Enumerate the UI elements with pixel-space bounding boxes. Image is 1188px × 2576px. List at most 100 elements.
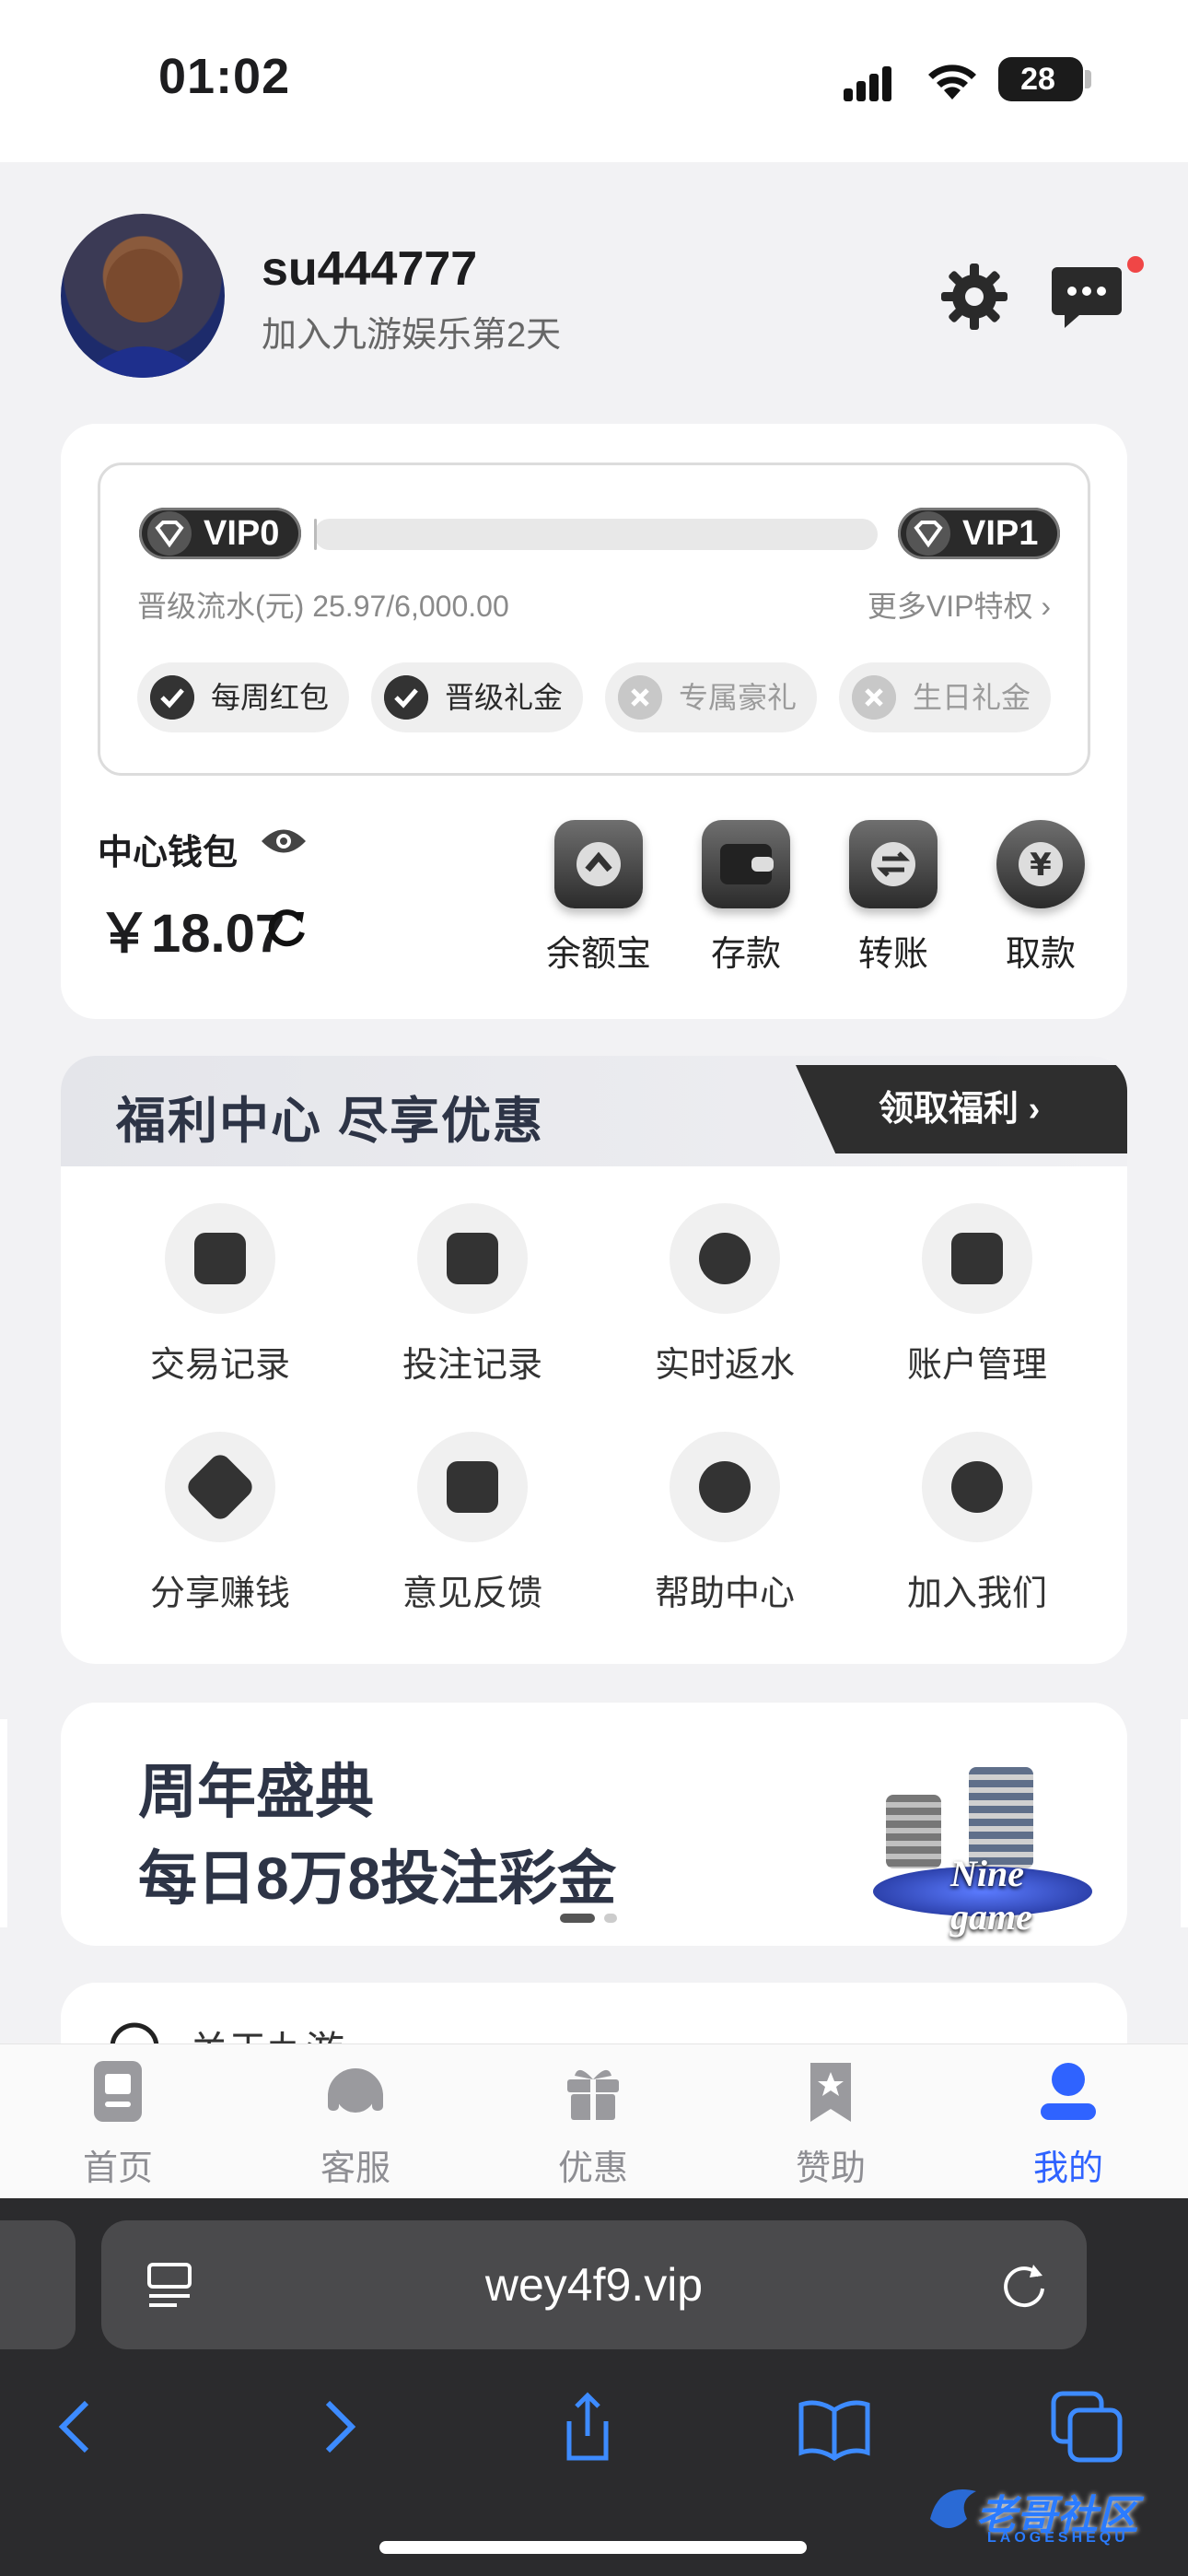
welfare-center: 福利中心 尽享优惠 领取福利 › 交易记录 投注记录 实时返水 账户管理 分享赚… [61,1056,1127,1664]
previous-tab-peek[interactable] [0,2220,76,2349]
welfare-item-transactions[interactable]: 交易记录 [114,1203,326,1387]
eye-icon[interactable] [260,825,308,857]
claim-welfare-button[interactable]: 领取福利 › [796,1065,1127,1153]
wallet-balance: ￥18.07 [98,904,285,964]
reload-icon[interactable] [998,2259,1050,2311]
x-circle-icon [618,675,662,720]
watermark-sub: LAOGESHEQU [987,2530,1129,2546]
document-icon [94,2061,142,2122]
perk-label: 专属豪礼 [679,681,798,714]
welfare-item-bets[interactable]: 投注记录 [367,1203,578,1387]
bookmarks-icon[interactable] [798,2390,871,2464]
svg-text:¥: ¥ [1030,847,1052,884]
check-circle-icon [384,675,428,720]
welfare-item-account[interactable]: 账户管理 [871,1203,1083,1387]
carousel-dots [560,1911,626,1927]
headset-icon [328,2068,383,2113]
tab-service[interactable]: 客服 [291,2059,420,2190]
share-icon[interactable] [551,2390,624,2464]
tab-mine[interactable]: 我的 [1004,2059,1133,2190]
transfer-icon [849,820,938,908]
message-icon[interactable] [1050,262,1124,332]
welfare-item-label: 投注记录 [402,1346,542,1385]
welfare-item-label: 分享赚钱 [149,1575,290,1613]
question-icon [922,1432,1032,1542]
welfare-item-rebate[interactable]: 实时返水 [619,1203,831,1387]
tab-home[interactable]: 首页 [53,2059,182,2190]
welfare-item-feedback[interactable]: 意见反馈 [367,1432,578,1615]
chip-stack [886,1795,941,1868]
gear-icon[interactable] [939,262,1009,332]
vip-progress-box[interactable]: VIP0 VIP1 晋级流水(元) 25.97/6,000.00 更多VIP特权… [98,463,1090,776]
vip-next-badge: VIP1 [898,508,1061,559]
handshake-icon [165,1432,275,1542]
chevron-right-icon: › [1041,590,1051,623]
vip-current-badge: VIP0 [139,508,302,559]
tab-promotions[interactable]: 优惠 [529,2059,658,2190]
chevron-right-icon: › [1028,1090,1041,1129]
welfare-item-label: 实时返水 [654,1346,795,1385]
perk-label: 每周红包 [211,681,330,714]
forward-icon[interactable] [300,2390,374,2464]
action-transfer[interactable]: 转账 [829,820,958,976]
bottom-tab-bar: 首页 客服 优惠 赞助 我的 [0,2043,1188,2198]
tab-sponsor[interactable]: 赞助 [766,2059,895,2190]
action-deposit[interactable]: 存款 [681,820,810,976]
exclamation-icon [670,1432,780,1542]
tabs-icon[interactable] [1050,2390,1124,2464]
carousel-dot-active [560,1914,595,1923]
perk-exclusive-gift: 专属豪礼 [605,662,818,732]
cellular-signal-icon [844,66,891,101]
up-arrow-icon [554,820,643,908]
percent-badge-icon [670,1203,780,1314]
wallet-icon [165,1203,275,1314]
more-vip-link[interactable]: 更多VIP特权 › [868,583,1051,626]
avatar-image [79,249,206,378]
action-withdraw[interactable]: ¥ 取款 [976,820,1105,976]
banner-line1: 周年盛典 [138,1759,374,1825]
refresh-icon[interactable] [265,907,308,949]
avatar[interactable] [61,214,225,378]
action-label: 余额宝 [545,935,651,974]
claim-welfare-label: 领取福利 [879,1090,1019,1129]
battery-tip [1085,70,1091,88]
wallet-icon [702,820,790,908]
status-time: 01:02 [158,49,291,104]
action-yuebao[interactable]: 余额宝 [534,820,663,976]
username: su444777 [262,242,478,296]
address-bar[interactable]: wey4f9.vip [101,2220,1087,2349]
welfare-item-help[interactable]: 帮助中心 [619,1432,831,1615]
tab-label: 我的 [1032,2149,1103,2188]
welfare-item-join[interactable]: 加入我们 [871,1432,1083,1615]
id-card-icon [922,1203,1032,1314]
home-indicator[interactable] [379,2541,807,2554]
diamond-icon [147,511,192,556]
back-icon[interactable] [41,2390,114,2464]
welfare-header: 福利中心 尽享优惠 领取福利 › [61,1056,1127,1166]
banner-line2: 每日8万8投注彩金 [138,1845,617,1912]
vip-flow-text: 晋级流水(元) 25.97/6,000.00 [137,590,509,623]
notification-dot [1127,256,1144,273]
battery-icon: 28 [998,57,1083,101]
tab-label: 客服 [320,2149,390,2188]
vip-wallet-card: VIP0 VIP1 晋级流水(元) 25.97/6,000.00 更多VIP特权… [61,424,1127,1019]
bookmark-star-icon [810,2063,851,2122]
join-days-text: 加入九游娱乐第2天 [262,316,562,355]
tab-label: 赞助 [795,2149,866,2188]
vip-current-label: VIP0 [204,514,280,553]
banner-brand-logo: Nine game [950,1853,1032,1938]
welfare-item-label: 交易记录 [149,1346,290,1385]
promo-banner[interactable]: 周年盛典 每日8万8投注彩金 Nine game [61,1703,1127,1946]
diamond-icon [906,511,950,556]
perk-weekly-redpacket: 每周红包 [137,662,350,732]
action-label: 取款 [1005,935,1076,974]
vip-progress-fill [314,519,317,550]
check-circle-icon [150,675,194,720]
tab-label: 首页 [82,2149,153,2188]
action-label: 转账 [857,935,928,974]
welfare-item-share[interactable]: 分享赚钱 [114,1432,326,1615]
welfare-title: 福利中心 尽享优惠 [116,1094,545,1149]
url-text: wey4f9.vip [484,2259,704,2311]
vip-next-label: VIP1 [962,514,1039,553]
welfare-item-label: 帮助中心 [654,1575,795,1613]
